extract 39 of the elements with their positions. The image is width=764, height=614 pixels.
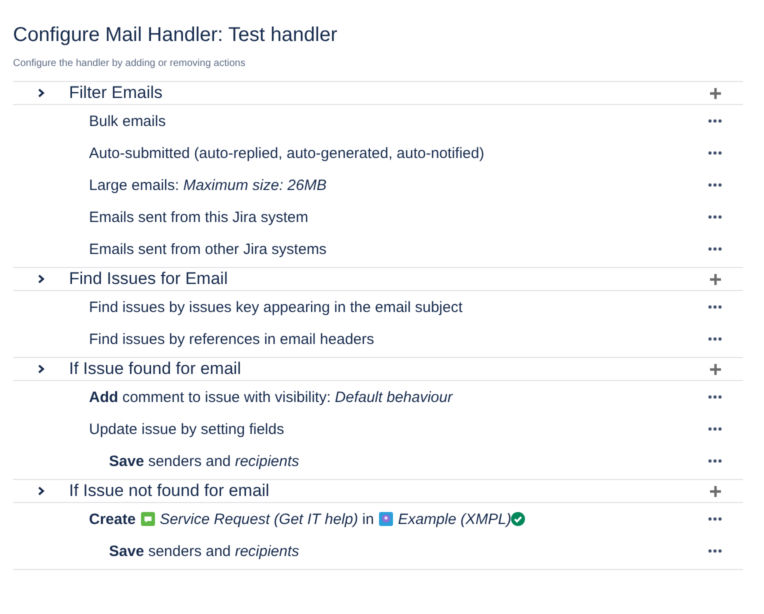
plus-icon[interactable] xyxy=(710,88,720,98)
chat-bubble-icon xyxy=(140,512,155,526)
action-text: Save senders and recipients xyxy=(109,542,300,560)
action-text: Find issues by references in email headers xyxy=(89,330,374,348)
action-text: Auto-submitted (auto-replied, auto-generated, auto-notified) xyxy=(89,144,484,162)
section-title: If Issue found for email xyxy=(69,359,242,379)
more-icon[interactable] xyxy=(708,305,722,309)
action-text: Example (XMPL) xyxy=(398,510,512,528)
more-icon[interactable] xyxy=(708,395,722,399)
more-icon[interactable] xyxy=(708,427,722,431)
more-icon[interactable] xyxy=(708,183,722,187)
more-icon[interactable] xyxy=(708,247,722,251)
project-avatar-icon xyxy=(378,512,393,526)
action-text: Large emails: Maximum size: 26MB xyxy=(89,176,327,194)
more-icon[interactable] xyxy=(708,517,722,521)
section-title: Filter Emails xyxy=(69,83,164,103)
action-text: Create xyxy=(89,510,136,528)
section-title: Find Issues for Email xyxy=(69,269,229,289)
check-circle-icon xyxy=(511,512,526,526)
action-text: Service Request (Get IT help) in xyxy=(160,510,374,528)
plus-icon[interactable] xyxy=(710,364,720,374)
more-icon[interactable] xyxy=(708,549,722,553)
more-icon[interactable] xyxy=(708,215,722,219)
action-text: Emails sent from other Jira systems xyxy=(89,240,327,258)
action-text: Bulk emails xyxy=(89,112,166,130)
action-text: Add comment to issue with visibility: Default behaviour xyxy=(89,388,452,406)
section-title: If Issue not found for email xyxy=(69,481,270,501)
action-text: Save senders and recipients xyxy=(109,452,300,470)
more-icon[interactable] xyxy=(708,151,722,155)
more-icon[interactable] xyxy=(708,119,722,123)
more-icon[interactable] xyxy=(708,459,722,463)
more-icon[interactable] xyxy=(708,337,722,341)
plus-icon[interactable] xyxy=(710,274,720,284)
action-text: Emails sent from this Jira system xyxy=(89,208,308,226)
page-subtitle: Configure the handler by adding or removing actions xyxy=(13,58,246,69)
plus-icon[interactable] xyxy=(710,486,720,496)
page-title: Configure Mail Handler: Test handler xyxy=(13,23,338,48)
action-text: Update issue by setting fields xyxy=(89,420,284,438)
action-text: Find issues by issues key appearing in the email subject xyxy=(89,298,463,316)
